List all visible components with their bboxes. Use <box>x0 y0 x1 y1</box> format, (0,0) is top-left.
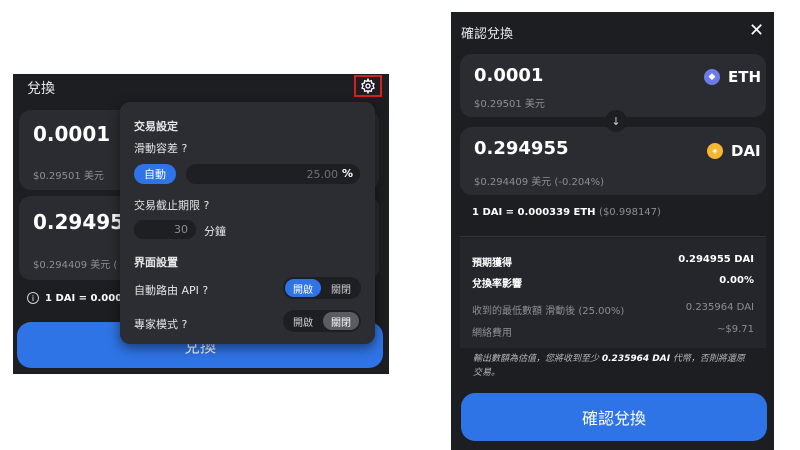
detail-label: 兌換率影響 <box>472 279 522 290</box>
eth-token-icon: ◆ <box>704 69 720 85</box>
slippage-label: 滑動容差 ? <box>134 142 188 155</box>
confirm-title: 確認兌換 <box>461 27 514 42</box>
settings-popover: 交易設定 滑動容差 ? 自動 25.00 % 交易截止期限 ? 30 分鐘 界面… <box>120 102 375 344</box>
dai-token-icon: ◈ <box>707 143 723 159</box>
from-amount-input[interactable]: 0.0001 <box>33 122 110 146</box>
confirm-to-fiat: $0.294409 美元 (-0.204%) <box>474 177 604 188</box>
to-amount-input[interactable]: 0.29495 <box>33 210 124 234</box>
confirm-from-fiat: $0.29501 美元 <box>474 99 545 110</box>
detail-value: 0.235964 DAI <box>685 302 754 313</box>
auto-router-on[interactable]: 開啟 <box>285 279 321 297</box>
confirm-rate-fiat: ($0.998147) <box>599 207 661 218</box>
detail-row: 預期獲得 0.294955 DAI <box>472 254 754 269</box>
detail-row: 網絡費用 ~$9.71 <box>472 324 754 339</box>
expert-mode-toggle[interactable]: 開啟 關閉 <box>283 310 361 332</box>
gear-icon <box>361 78 375 94</box>
confirm-from-card: 0.0001 $0.29501 美元 ◆ ETH <box>460 54 766 117</box>
confirm-to-amount: 0.294955 <box>474 138 569 159</box>
close-icon[interactable]: ✕ <box>749 21 764 41</box>
arrow-down-icon: ↓ <box>605 110 627 132</box>
settings-button[interactable] <box>354 75 382 97</box>
confirm-from-token-symbol: ETH <box>728 68 762 86</box>
slippage-percent-sign: % <box>342 167 354 180</box>
slippage-auto-button[interactable]: 自動 <box>134 164 176 184</box>
swap-rate-row[interactable]: i 1 DAI = 0.0003 <box>27 292 129 304</box>
confirm-swap-panel: 確認兌換 ✕ 0.0001 $0.29501 美元 ◆ ETH ↓ 0.2949… <box>451 12 774 450</box>
detail-value: 0.294955 DAI <box>678 254 754 265</box>
confirm-divider <box>460 236 766 237</box>
settings-title: 交易設定 <box>134 120 178 133</box>
from-fiat-value: $0.29501 美元 <box>33 171 104 182</box>
expert-mode-off[interactable]: 關閉 <box>323 312 359 330</box>
slippage-notice: 輸出數額為估值，您將收到至少 0.235964 DAI 代幣，否則將還原交易。 <box>473 352 753 380</box>
confirm-to-card: 0.294955 $0.294409 美元 (-0.204%) ◈ DAI <box>460 127 766 195</box>
detail-label: 收到的最低數額 滑動後 (25.00%) <box>472 306 625 317</box>
detail-label: 網絡費用 <box>472 328 512 339</box>
detail-value: 0.00% <box>719 275 754 286</box>
expert-mode-on[interactable]: 開啟 <box>285 312 321 330</box>
swap-title: 兌換 <box>27 81 55 97</box>
auto-router-toggle[interactable]: 開啟 關閉 <box>283 277 361 299</box>
to-fiat-value: $0.294409 美元 ( <box>33 260 118 271</box>
confirm-rate-text: 1 DAI = 0.000339 ETH <box>472 207 596 218</box>
confirm-from-amount: 0.0001 <box>474 65 544 86</box>
auto-router-label: 自動路由 API ? <box>134 284 209 297</box>
confirm-to-token: ◈ DAI <box>707 142 761 160</box>
deadline-input[interactable]: 30 <box>134 220 196 239</box>
detail-row: 收到的最低數額 滑動後 (25.00%) 0.235964 DAI <box>472 302 754 317</box>
confirm-swap-button[interactable]: 確認兌換 <box>461 393 767 441</box>
info-icon: i <box>27 292 39 304</box>
notice-amount: 0.235964 DAI <box>601 354 671 364</box>
notice-pre: 輸出數額為估值，您將收到至少 <box>473 354 602 364</box>
confirm-to-token-symbol: DAI <box>731 142 761 160</box>
detail-value: ~$9.71 <box>716 324 754 335</box>
confirm-from-token: ◆ ETH <box>704 68 761 86</box>
detail-label: 預期獲得 <box>472 258 512 269</box>
swap-details: 預期獲得 0.294955 DAI 兌換率影響 0.00% 收到的最低數額 滑動… <box>460 238 766 348</box>
interface-title: 界面設置 <box>134 256 178 269</box>
confirm-rate[interactable]: 1 DAI = 0.000339 ETH ($0.998147) <box>472 207 661 218</box>
detail-row: 兌換率影響 0.00% <box>472 275 754 290</box>
deadline-label: 交易截止期限 ? <box>134 199 210 212</box>
swap-rate-text: 1 DAI = 0.0003 <box>45 292 130 304</box>
expert-mode-label: 專家模式 ? <box>134 318 188 331</box>
auto-router-off[interactable]: 關閉 <box>323 279 359 297</box>
slippage-input[interactable]: 25.00 <box>186 164 360 184</box>
deadline-unit: 分鐘 <box>204 225 226 238</box>
